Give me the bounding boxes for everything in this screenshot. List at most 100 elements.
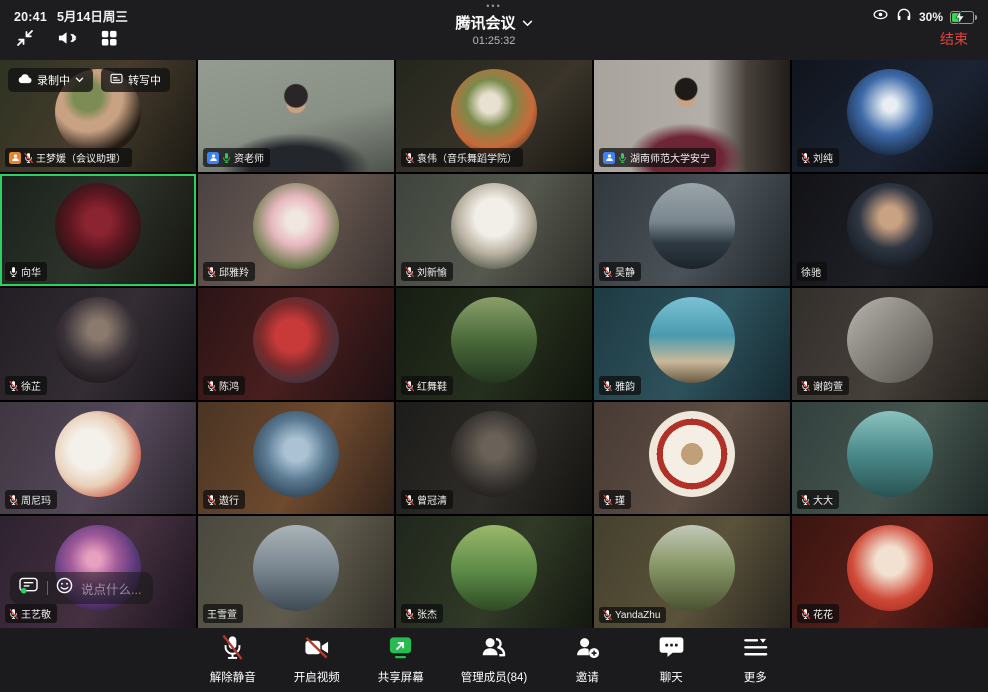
mic-muted-icon [24, 152, 33, 164]
mic-muted-icon [405, 494, 414, 506]
mic-off-icon [219, 634, 246, 666]
mic-icon [618, 152, 627, 164]
participant-tile[interactable]: 雅韵 [594, 288, 790, 400]
toolbar-button-label: 邀请 [576, 669, 599, 685]
toolbar-button-label: 更多 [744, 669, 767, 685]
participant-avatar [847, 411, 933, 497]
participant-tile[interactable]: 张杰 [396, 516, 592, 628]
participant-tile[interactable]: 袁伟（音乐舞蹈学院） [396, 60, 592, 172]
member-badge [207, 152, 219, 164]
participant-nameplate: 袁伟（音乐舞蹈学院） [401, 148, 523, 167]
divider [47, 581, 48, 595]
participant-tile[interactable]: 周尼玛 [0, 402, 196, 514]
participant-tile[interactable]: YandaZhu [594, 516, 790, 628]
chat-button[interactable]: 聊天 [647, 634, 695, 685]
participant-tile[interactable]: 刘新愉 [396, 174, 592, 286]
participant-name: 王梦媛（会议助理） [36, 150, 126, 165]
emoji-icon[interactable] [56, 577, 73, 599]
multitask-dots-icon: ••• [0, 2, 988, 10]
participant-tile[interactable]: 陈鸿 [198, 288, 394, 400]
participant-name: 向华 [21, 264, 41, 279]
participant-tile[interactable]: 花花 [792, 516, 988, 628]
participant-name: 王雪萱 [207, 606, 237, 621]
chat-quick-bar[interactable]: 说点什么... [10, 572, 153, 604]
participant-avatar [847, 525, 933, 611]
participant-name: 王艺敬 [21, 606, 51, 621]
participant-avatar [253, 183, 339, 269]
transcribe-icon [110, 73, 123, 87]
participant-avatar [253, 525, 339, 611]
participant-tile[interactable]: 徐驰 [792, 174, 988, 286]
battery-percent: 30% [919, 10, 943, 24]
participant-name: 邱雅羚 [219, 264, 249, 279]
participant-name: 谢韵萱 [813, 378, 843, 393]
participant-tile[interactable]: 大大 [792, 402, 988, 514]
mic-muted-icon [801, 380, 810, 392]
participant-avatar [451, 297, 537, 383]
end-meeting-button[interactable]: 结束 [940, 29, 968, 49]
share-screen-icon [387, 634, 414, 666]
participant-tile[interactable]: 曾冠清 [396, 402, 592, 514]
member-badge [603, 152, 615, 164]
participant-avatar [55, 411, 141, 497]
meeting-title: 腾讯会议 [455, 12, 515, 33]
meeting-timer: 01:25:32 [0, 35, 988, 47]
participant-nameplate: 王雪萱 [203, 604, 243, 623]
participant-tile[interactable]: 谢韵萱 [792, 288, 988, 400]
participant-name: 遨行 [219, 492, 239, 507]
participant-tile[interactable]: 向华 [0, 174, 196, 286]
manage-members-button[interactable]: 管理成员(84) [461, 634, 527, 685]
participant-tile[interactable]: 遨行 [198, 402, 394, 514]
participant-avatar [451, 411, 537, 497]
participant-nameplate: 王艺敬 [5, 604, 57, 623]
mic-muted-icon [603, 266, 612, 278]
meeting-title-row[interactable]: 腾讯会议 [0, 12, 988, 33]
participant-nameplate: 吴静 [599, 262, 641, 281]
mic-muted-icon [603, 494, 612, 506]
participant-avatar [55, 183, 141, 269]
participant-tile[interactable]: 刘纯 [792, 60, 988, 172]
transcribe-pill[interactable]: 转写中 [101, 68, 170, 92]
participant-avatar [847, 297, 933, 383]
participant-tile[interactable]: 王雪萱 [198, 516, 394, 628]
participant-name: 大大 [813, 492, 833, 507]
start-video-button[interactable]: 开启视频 [293, 634, 341, 685]
share-screen-button[interactable]: 共享屏幕 [377, 634, 425, 685]
recording-pill[interactable]: 录制中 [8, 68, 93, 92]
participant-tile[interactable]: 邱雅羚 [198, 174, 394, 286]
more-button[interactable]: 更多 [731, 634, 779, 685]
participant-tile[interactable]: 资老师 [198, 60, 394, 172]
mic-muted-icon [405, 608, 414, 620]
participant-tile[interactable]: 湖南师范大学安宁 [594, 60, 790, 172]
participant-name: 曾冠清 [417, 492, 447, 507]
mic-muted-icon [801, 152, 810, 164]
toolbar-button-label: 管理成员(84) [461, 669, 527, 685]
toolbar-button-label: 聊天 [660, 669, 683, 685]
participant-tile[interactable]: 瑾 [594, 402, 790, 514]
participant-tile[interactable]: 徐芷 [0, 288, 196, 400]
invite-button[interactable]: 邀请 [563, 634, 611, 685]
participant-nameplate: 王梦媛（会议助理） [5, 148, 132, 167]
mic-muted-icon [405, 266, 414, 278]
participant-nameplate: 张杰 [401, 604, 443, 623]
participant-name: 刘纯 [813, 150, 833, 165]
unmute-button[interactable]: 解除静音 [209, 634, 257, 685]
participant-avatar [649, 411, 735, 497]
invite-icon [574, 634, 601, 666]
cloud-recording-icon [17, 73, 32, 87]
chat-input-placeholder[interactable]: 说点什么... [81, 579, 141, 598]
participant-tile[interactable]: 红舞鞋 [396, 288, 592, 400]
participant-avatar [649, 525, 735, 611]
participant-name: 张杰 [417, 606, 437, 621]
privacy-eye-icon [872, 6, 889, 28]
mic-muted-icon [603, 609, 612, 621]
participant-nameplate: 红舞鞋 [401, 376, 453, 395]
participant-avatar [451, 69, 537, 155]
chat-panel-toggle-icon[interactable] [18, 577, 39, 599]
participant-nameplate: 遨行 [203, 490, 245, 509]
mic-icon [222, 152, 231, 164]
host-badge [9, 152, 21, 164]
mic-muted-icon [207, 266, 216, 278]
participant-tile[interactable]: 吴静 [594, 174, 790, 286]
participant-nameplate: 湖南师范大学安宁 [599, 148, 716, 167]
